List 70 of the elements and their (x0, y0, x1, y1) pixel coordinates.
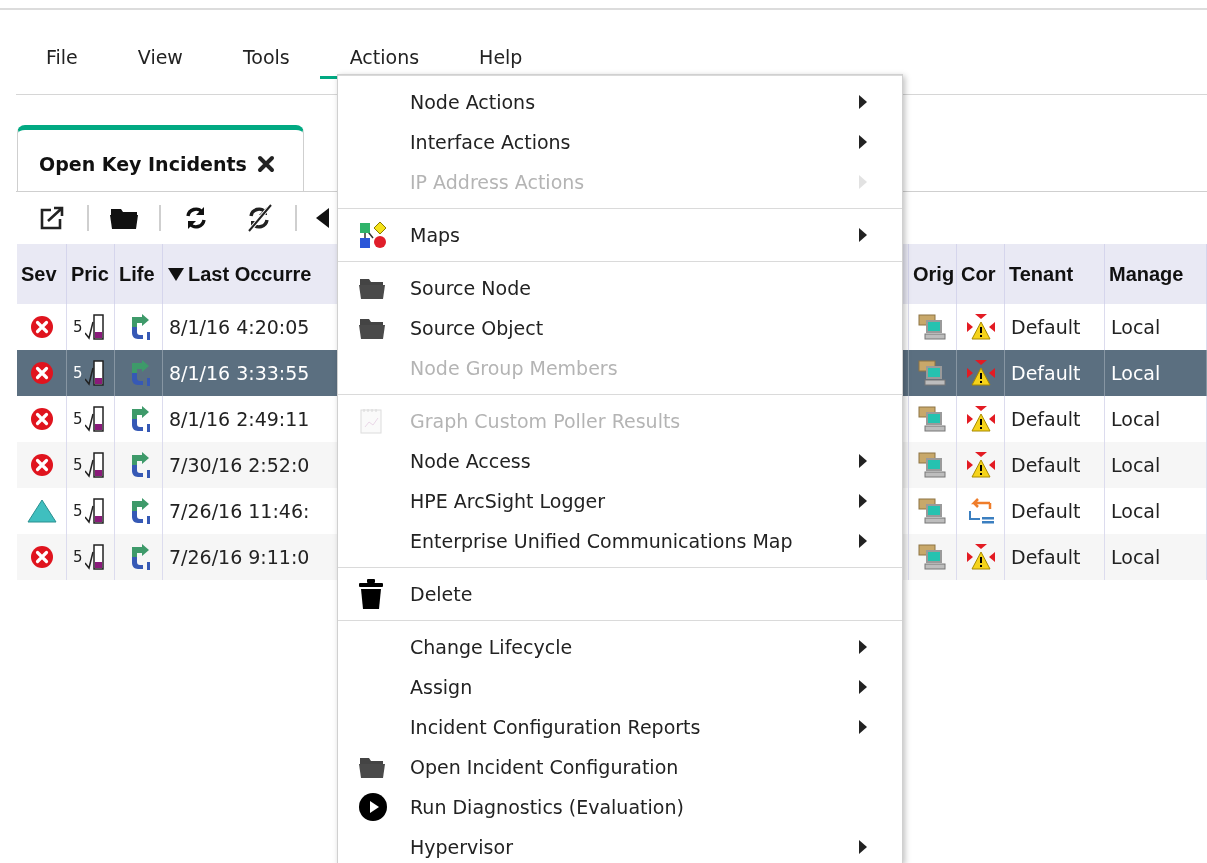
priority-gauge-icon (84, 497, 105, 525)
close-icon (256, 154, 275, 173)
menu-item[interactable]: Enterprise Unified Communications Map (338, 521, 902, 561)
menu-item[interactable]: Node Access (338, 441, 902, 481)
folder-icon (358, 755, 386, 779)
table-cell: Default (1011, 454, 1081, 476)
menu-item[interactable]: Source Node (338, 268, 902, 308)
arrow-head-icon (315, 207, 329, 229)
priority-value: 5 (73, 548, 83, 566)
priority-gauge-icon (84, 405, 105, 433)
priority-gauge-icon (84, 359, 105, 387)
table-cell: Local (1111, 546, 1161, 568)
menu-item[interactable]: Help (449, 46, 553, 78)
refresh-icon (183, 205, 209, 231)
menu-item[interactable]: Change Lifecycle (338, 627, 902, 667)
menu-item[interactable]: HPE ArcSight Logger (338, 481, 902, 521)
play-icon (358, 792, 388, 822)
priority-gauge-icon (84, 543, 105, 571)
priority-value: 5 (73, 502, 83, 520)
table-cell: Local (1111, 408, 1161, 430)
priority-value: 5 (73, 318, 83, 336)
menu-item[interactable]: Run Diagnostics (Evaluation) (338, 787, 902, 827)
priority-gauge-icon (84, 451, 105, 479)
priority-value: 5 (73, 410, 83, 428)
priority-value: 5 (73, 364, 83, 382)
table-cell: 7/26/16 9:11:0 (169, 546, 310, 568)
trash-icon (358, 578, 384, 610)
computer-icon (917, 497, 948, 525)
folder-icon (109, 206, 139, 230)
table-cell: Local (1111, 316, 1161, 338)
menu-item[interactable]: Delete (338, 574, 902, 614)
priority-value: 5 (73, 456, 83, 474)
menu-item[interactable]: Incident Configuration Reports (338, 707, 902, 747)
table-cell: Default (1011, 362, 1081, 384)
menu-item[interactable]: Hypervisor (338, 827, 902, 863)
table-cell: Default (1011, 316, 1081, 338)
diagram-icon (358, 221, 388, 249)
refresh-off-icon (245, 204, 275, 232)
table-cell: Default (1011, 546, 1081, 568)
table-cell: 7/30/16 2:52:0 (169, 454, 310, 476)
menu-item[interactable]: Interface Actions (338, 122, 902, 162)
table-cell: 8/1/16 2:49:11 (169, 408, 310, 430)
computer-icon (917, 405, 948, 433)
folder-icon (358, 276, 386, 300)
menu-item[interactable]: Node Actions (338, 82, 902, 122)
computer-icon (917, 359, 948, 387)
table-cell: 8/1/16 4:20:05 (169, 316, 310, 338)
menu-item[interactable]: Source Object (338, 308, 902, 348)
menu-item[interactable]: File (16, 46, 108, 78)
tab-title: Open Key Incidents (39, 152, 247, 175)
incident-tab[interactable]: Open Key Incidents (17, 125, 304, 191)
table-cell: Default (1011, 500, 1081, 522)
table-cell: Local (1111, 362, 1161, 384)
menu-item[interactable]: Open Incident Configuration (338, 747, 902, 787)
computer-icon (917, 543, 948, 571)
priority-gauge-icon (84, 313, 105, 341)
folder-icon (358, 316, 386, 340)
table-cell: 8/1/16 3:33:55 (169, 362, 310, 384)
computer-icon (917, 451, 948, 479)
notepad-icon (358, 407, 384, 435)
table-cell: 7/26/16 11:46: (169, 500, 310, 522)
menu-item[interactable]: View (107, 46, 213, 78)
external-link-icon (39, 206, 65, 230)
table-cell: Local (1111, 500, 1161, 522)
computer-icon (917, 313, 948, 341)
menu-item[interactable]: Maps (338, 215, 902, 255)
menu-item[interactable]: Assign (338, 667, 902, 707)
table-cell: Default (1011, 408, 1081, 430)
menu-item[interactable]: Tools (212, 46, 320, 78)
table-cell: Local (1111, 454, 1161, 476)
